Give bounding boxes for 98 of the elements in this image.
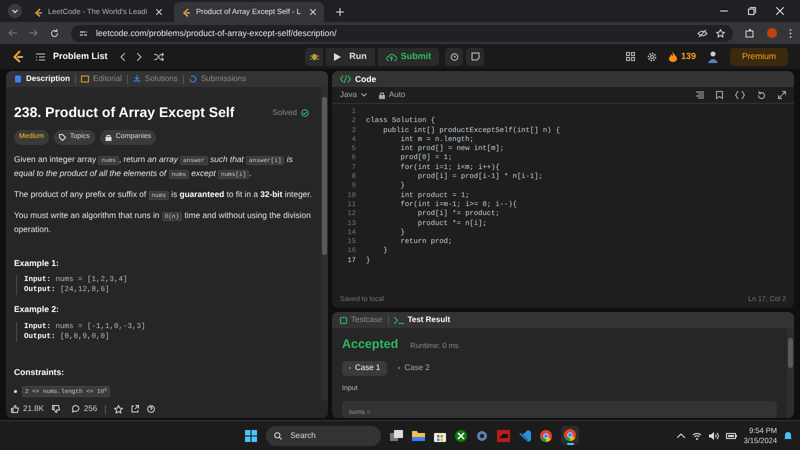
bell-icon[interactable] [784,431,792,440]
language-select[interactable]: Java [340,89,367,101]
close-icon[interactable] [776,7,784,15]
format-icon[interactable] [696,91,704,99]
submit-button[interactable]: Submit [378,48,440,66]
new-tab-icon[interactable] [336,8,344,16]
star-icon[interactable] [114,404,124,414]
panel-tab[interactable]: Solutions [132,73,178,85]
forward-icon[interactable] [29,29,38,37]
url-text: leetcode.com/problems/product-of-array-except-self/description/ [96,26,338,40]
example-heading: Example 2: [14,303,60,316]
streak-count: 139 [680,50,696,63]
chevron-up-icon[interactable] [676,433,685,438]
folder-icon[interactable] [412,430,426,441]
gear-icon[interactable] [476,430,488,442]
xbox-icon[interactable] [455,430,468,442]
layout-grid-icon[interactable] [626,52,635,61]
site-info-icon [79,28,88,38]
like-button[interactable]: 21.8K [11,403,44,415]
bullet [14,390,17,393]
leetcode-favicon-icon [34,8,43,16]
flame-icon [668,52,677,62]
close-icon[interactable] [156,9,162,15]
active-browser-taskbar-button[interactable] [561,426,580,445]
task-view-icon[interactable] [390,430,404,441]
chevron-down-icon [360,93,367,97]
panel-tab[interactable]: Editorial [81,73,122,85]
download-icon [132,75,141,83]
panel-tab[interactable]: Testcase [340,314,383,326]
tab-list-icon[interactable] [8,4,22,18]
cloud-upload-icon [386,52,397,60]
panel-tab[interactable]: Description [14,73,70,85]
extensions-icon[interactable] [745,28,755,38]
eye-off-icon[interactable] [697,28,708,38]
panel-tab[interactable]: Test Result [394,314,450,326]
leetcode-favicon-icon [182,8,192,16]
comment-icon [72,405,80,413]
speaker-icon[interactable] [708,432,719,440]
example-heading: Example 1: [14,256,60,270]
auto-mode-button[interactable]: Auto [378,89,406,101]
case-tab[interactable]: Case 1 [342,360,388,376]
bookmark-star-icon[interactable] [716,28,725,38]
check-circle-icon [301,108,309,116]
reset-icon[interactable] [757,90,766,100]
terminal-icon [394,316,404,324]
lock-icon [104,134,112,141]
verdict-text: Accepted [342,336,398,353]
comments-button[interactable]: 256 [72,403,98,415]
tag-icon [58,134,66,141]
case-tab[interactable]: Case 2 [391,360,437,376]
code-icon [340,75,351,83]
problem-title: 238. Product of Array Except Self [14,103,234,122]
bookmark-icon[interactable] [716,91,723,99]
close-icon[interactable] [310,9,316,15]
note-icon [470,52,480,61]
debug-button[interactable] [305,48,324,66]
panel-title: Code [355,72,376,86]
thumbs-up-icon [11,405,19,413]
alarm-clock-icon [450,52,459,61]
chevron-left-icon[interactable] [120,52,125,60]
braces-icon[interactable] [735,91,745,99]
premium-button[interactable]: Premium [730,48,788,66]
back-icon[interactable] [8,29,17,37]
share-icon[interactable] [131,405,140,413]
notes-button[interactable] [466,48,484,66]
expand-icon[interactable] [778,91,786,99]
panel-tab[interactable]: Submissions [188,73,246,85]
shuffle-icon[interactable] [154,52,164,60]
leetcode-logo-icon [12,50,24,64]
history-icon [188,75,197,83]
lock-icon [378,92,385,98]
search-icon [274,432,282,440]
constraints-heading: Constraints: [14,366,66,379]
search-field[interactable]: Search [266,426,382,446]
play-icon [334,52,342,60]
settings-icon[interactable] [646,52,657,62]
run-button[interactable]: Run [326,48,375,66]
wifi-icon[interactable] [692,432,702,440]
checkbox-icon [340,316,347,324]
windows-start-icon[interactable] [245,430,258,442]
avatar-icon[interactable] [708,50,718,62]
address-bar[interactable]: leetcode.com/problems/product-of-array-except-self/description/ [71,24,733,42]
book-icon [81,75,90,83]
browser-icon[interactable] [540,430,552,442]
battery-icon[interactable] [726,432,737,438]
bug-icon [310,52,319,61]
restore-icon[interactable] [748,7,756,15]
solved-status: Solved [272,106,297,118]
thumbs-down-icon[interactable] [52,405,60,413]
chevron-right-icon[interactable] [136,52,142,60]
alarm-button[interactable] [445,48,464,66]
list-icon [36,52,45,60]
more-icon[interactable] [789,28,792,38]
help-icon[interactable] [147,405,156,413]
problem-list-button[interactable]: Problem List [36,50,108,64]
browser-icon [564,429,576,441]
document-icon [14,75,22,83]
reload-icon[interactable] [50,28,59,38]
